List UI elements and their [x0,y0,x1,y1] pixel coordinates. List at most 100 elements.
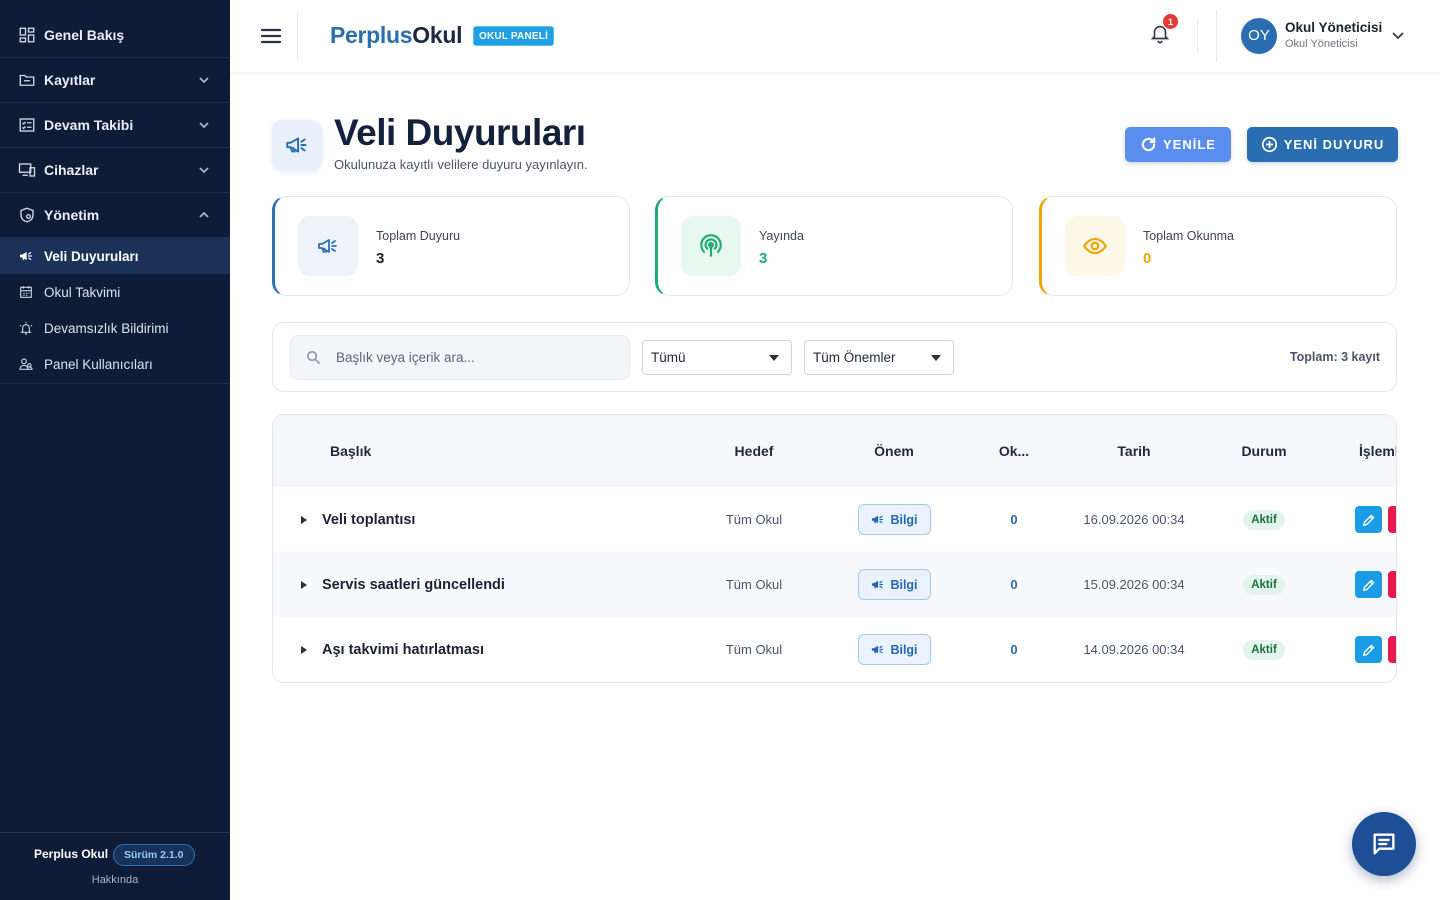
divider [297,12,298,60]
sidebar-item-label: Yönetim [44,207,100,223]
checklist-icon [18,116,36,134]
panel-badge: OKUL PANELİ [473,26,555,46]
user-role: Okul Yöneticisi [1285,38,1358,50]
priority-cell: Bilgi [814,504,974,535]
announcement-target: Tüm Okul [725,577,783,592]
announcement-title: Veli toplantısı [322,511,416,528]
target-filter-select[interactable]: Tümü [642,340,792,375]
column-header[interactable]: Başlık [322,443,694,459]
version-badge: Sürüm 2.1.0 [113,844,195,866]
plus-circle-icon [1261,136,1278,153]
page-title: Veli Duyuruları [334,112,586,153]
about-link[interactable]: Hakkında [0,874,230,886]
refresh-button-label: YENİLE [1163,137,1216,152]
sidebar-nav: Genel Bakış Kayıtlar Devam Takibi Cihazl… [0,13,230,384]
sidebar-item-label: Genel Bakış [44,27,125,43]
sidebar-item-label: Cihazlar [44,162,99,178]
announcement-date: 15.09.2026 00:34 [1083,577,1185,592]
chat-button[interactable] [1352,812,1416,876]
column-header[interactable]: Hedef [694,443,814,459]
refresh-icon [1140,136,1157,153]
stat-value: 3 [759,250,768,267]
logo-text-primary: Perplus [330,22,413,48]
sidebar-item-genel-bakis[interactable]: Genel Bakış [0,13,230,58]
column-header: İşlemler [1359,443,1396,459]
sidebar-item-label: Kayıtlar [44,72,96,88]
search-icon [305,349,322,366]
column-header[interactable]: Durum [1214,443,1314,459]
shield-icon [18,206,36,224]
megaphone-icon [870,642,885,657]
sidebar-item-yonetim[interactable]: Yönetim [0,193,230,238]
sidebar-item-devam-takibi[interactable]: Devam Takibi [0,103,230,148]
stat-value: 3 [376,250,385,267]
expand-caret-icon[interactable] [300,645,308,655]
broadcast-icon [681,216,741,276]
delete-button[interactable] [1388,636,1396,663]
page-subtitle: Okulunuza kayıtlı velilere duyuru yayınl… [334,157,588,172]
megaphone-icon [18,248,34,264]
column-header[interactable]: Tarih [1054,443,1214,459]
filter-bar: Tümü Tüm Önemler Toplam: 3 kayıt [272,322,1397,392]
search-box [290,335,630,380]
chat-icon [1370,830,1398,858]
dashboard-icon [18,26,36,44]
actions-cell [1314,636,1396,663]
announcement-target: Tüm Okul [725,642,783,657]
status-badge: Aktif [1243,574,1285,595]
sidebar-item-kayitlar[interactable]: Kayıtlar [0,58,230,103]
stat-card-total: Toplam Duyuru 3 [272,196,630,296]
sidebar-item-panel-kullanicilari[interactable]: Panel Kullanıcıları [0,346,230,382]
edit-button[interactable] [1355,571,1382,598]
priority-cell: Bilgi [814,634,974,665]
chevron-down-icon[interactable] [1391,30,1405,42]
app-logo[interactable]: PerplusOkul [330,22,462,49]
sidebar-item-okul-takvimi[interactable]: Okul Takvimi [0,274,230,310]
sidebar-item-devamsizlik-bildirimi[interactable]: Devamsızlık Bildirimi [0,310,230,346]
calendar-icon [18,284,34,300]
user-name[interactable]: Okul Yöneticisi [1285,20,1382,35]
priority-filter-select[interactable]: Tüm Önemler [804,340,954,375]
status-badge: Aktif [1243,509,1285,530]
users-icon [18,356,34,372]
announcement-date: 14.09.2026 00:34 [1083,642,1185,657]
edit-button[interactable] [1355,506,1382,533]
sidebar-submenu-yonetim: Veli Duyuruları Okul Takvimi Devamsızlık… [0,238,230,384]
notification-count-badge: 1 [1162,13,1179,30]
sidebar-item-veli-duyurulari[interactable]: Veli Duyuruları [0,238,230,274]
chevron-down-icon [198,164,210,176]
target-filter-value: Tümü [651,350,686,365]
expand-caret-icon[interactable] [300,580,308,590]
stat-label: Toplam Duyuru [376,229,461,243]
total-count: Toplam: 3 kayıt [1289,350,1380,364]
search-input[interactable] [334,336,619,379]
delete-button[interactable] [1388,506,1398,533]
avatar[interactable]: OY [1241,18,1277,54]
menu-toggle-icon[interactable] [260,26,282,46]
announcement-title: Aşı takvimi hatırlatması [322,641,484,658]
announcement-title: Servis saatleri güncellendi [322,576,505,593]
sidebar-item-cihazlar[interactable]: Cihazlar [0,148,230,193]
priority-badge: Bilgi [857,569,931,600]
megaphone-icon [272,120,322,170]
read-count: 0 [1010,642,1018,657]
expand-caret-icon[interactable] [300,515,308,525]
status-cell: Aktif [1214,509,1314,530]
priority-badge: Bilgi [857,634,931,665]
trash-icon [1394,512,1398,528]
new-announcement-button[interactable]: YENİ DUYURU [1247,127,1398,162]
divider [1216,10,1217,62]
dropdown-arrow-icon [769,355,779,361]
edit-button[interactable] [1355,636,1382,663]
delete-button[interactable] [1388,571,1396,598]
pencil-icon [1362,579,1374,591]
refresh-button[interactable]: YENİLE [1125,127,1231,162]
column-header[interactable]: Önem [814,443,974,459]
pencil-icon [1362,644,1374,656]
sidebar: Genel Bakış Kayıtlar Devam Takibi Cihazl… [0,0,230,900]
priority-badge: Bilgi [857,504,931,535]
stat-value: 0 [1143,250,1152,267]
read-count: 0 [1010,512,1018,527]
column-header[interactable]: Ok... [974,443,1054,459]
megaphone-icon [298,216,358,276]
